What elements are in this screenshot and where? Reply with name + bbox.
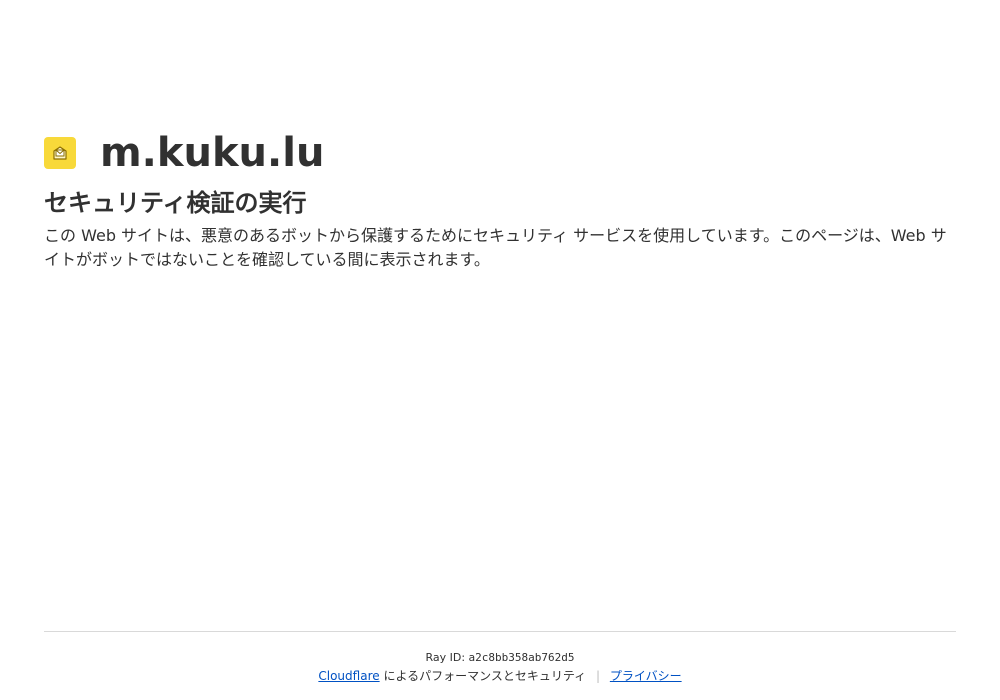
site-title: m.kuku.lu [100, 130, 325, 176]
challenge-page: m.kuku.lu セキュリティ検証の実行 この Web サイトは、悪意のあるボ… [0, 0, 1000, 700]
ray-id-label: Ray ID: [425, 651, 466, 664]
privacy-link[interactable]: プライバシー [610, 669, 682, 683]
footer-separator: | [595, 669, 601, 683]
ray-id-value: a2c8bb358ab762d5 [468, 651, 575, 664]
footer-links: Cloudflare によるパフォーマンスとセキュリティ | プライバシー [44, 667, 956, 685]
site-header: m.kuku.lu [44, 130, 956, 176]
mail-icon [44, 137, 76, 169]
main-content: m.kuku.lu セキュリティ検証の実行 この Web サイトは、悪意のあるボ… [44, 130, 956, 272]
ray-id: Ray ID: a2c8bb358ab762d5 [44, 650, 956, 666]
cloudflare-link[interactable]: Cloudflare [318, 669, 379, 683]
footer: Ray ID: a2c8bb358ab762d5 Cloudflare によるパ… [44, 631, 956, 685]
page-heading: セキュリティ検証の実行 [44, 189, 307, 217]
page-description: この Web サイトは、悪意のあるボットから保護するためにセキュリティ サービス… [44, 226, 947, 269]
performance-security-text: によるパフォーマンスとセキュリティ [383, 669, 587, 683]
mail-icon-svg [53, 146, 67, 160]
